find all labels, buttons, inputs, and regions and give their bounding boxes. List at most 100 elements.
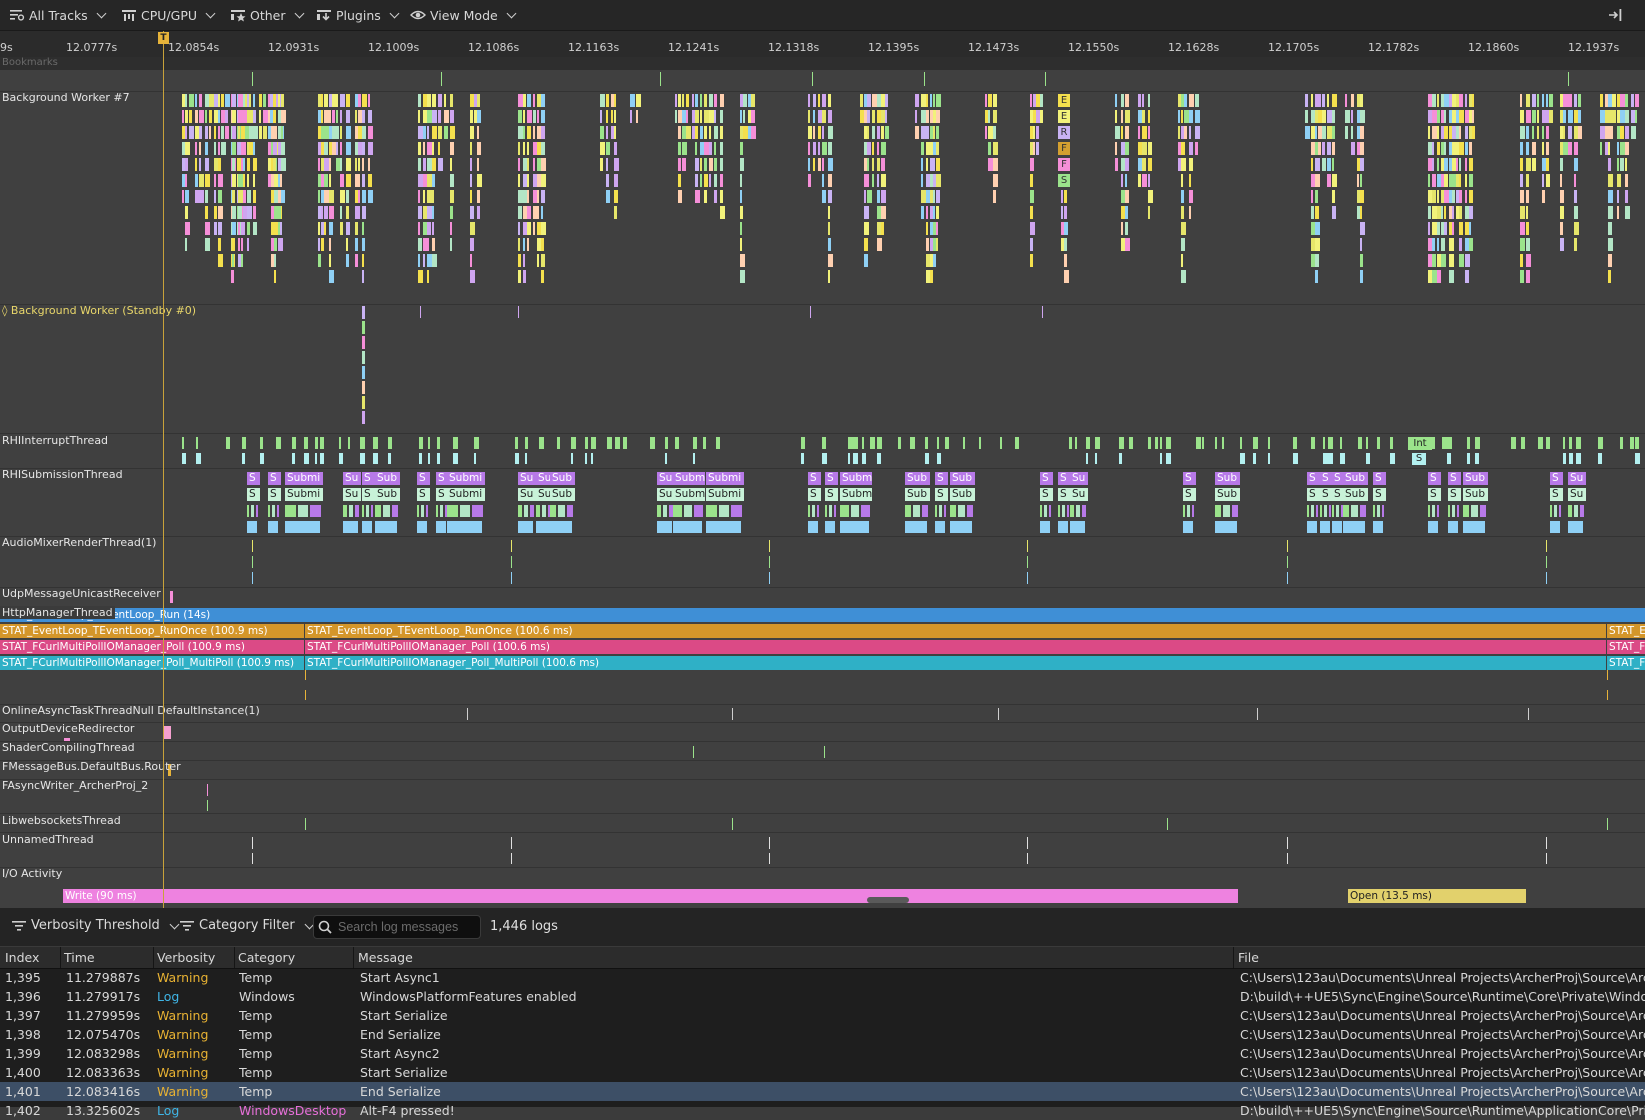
timing-event[interactable] — [1287, 540, 1288, 552]
timing-event[interactable] — [550, 521, 572, 533]
timing-event[interactable] — [207, 800, 208, 811]
timing-event[interactable] — [905, 505, 912, 517]
timing-event[interactable] — [930, 94, 932, 107]
timing-event[interactable] — [1069, 437, 1072, 449]
timing-event[interactable] — [305, 818, 306, 830]
timing-event[interactable] — [740, 238, 742, 251]
timing-event[interactable] — [822, 437, 826, 449]
timing-event[interactable] — [1568, 110, 1573, 123]
timing-event[interactable] — [214, 126, 216, 139]
timing-event[interactable] — [1166, 453, 1171, 464]
timing-event[interactable] — [329, 254, 331, 267]
all-tracks-menu[interactable]: All Tracks — [9, 6, 107, 24]
timing-event[interactable] — [935, 505, 938, 517]
column-header-verbosity[interactable]: Verbosity — [157, 950, 215, 965]
timing-event[interactable] — [606, 190, 610, 203]
timing-event[interactable] — [450, 158, 452, 171]
timing-event[interactable] — [252, 837, 253, 849]
timing-event[interactable] — [418, 222, 420, 235]
timing-event[interactable] — [1465, 94, 1467, 107]
timing-event[interactable] — [253, 142, 255, 155]
rhi-submission-event[interactable]: S — [1448, 488, 1461, 501]
timing-event[interactable] — [477, 94, 480, 107]
timing-event[interactable] — [453, 453, 458, 464]
timing-event[interactable] — [1160, 437, 1162, 449]
timing-event[interactable] — [474, 453, 476, 464]
timing-event[interactable] — [320, 453, 324, 464]
timing-event[interactable] — [950, 505, 957, 517]
timing-event[interactable] — [1075, 437, 1077, 449]
timing-event[interactable] — [427, 270, 429, 283]
timing-event[interactable] — [209, 126, 211, 139]
timing-event[interactable] — [1546, 837, 1547, 849]
timing-event[interactable] — [1574, 142, 1578, 155]
timing-event[interactable] — [988, 94, 992, 107]
timing-event[interactable] — [1607, 818, 1608, 830]
timing-event[interactable] — [362, 238, 365, 251]
timing-event[interactable] — [1459, 238, 1462, 251]
timing-event[interactable] — [185, 174, 187, 187]
timing-event[interactable] — [1036, 142, 1039, 155]
timing-event[interactable] — [1441, 238, 1445, 251]
timing-event[interactable] — [247, 174, 249, 187]
timing-event[interactable] — [1459, 142, 1464, 155]
timing-event[interactable] — [1625, 126, 1629, 139]
http-event-multipoll[interactable]: STAT_FCurlMultiPollIOManager_Poll_MultiP… — [0, 656, 304, 670]
timing-event[interactable] — [623, 437, 627, 449]
timing-event[interactable] — [243, 206, 247, 219]
timing-event[interactable] — [1287, 556, 1288, 568]
track-label-io-activity[interactable]: I/O Activity — [2, 867, 62, 880]
rhi-submission-event[interactable]: Su — [518, 472, 536, 485]
timing-event[interactable] — [1428, 222, 1430, 235]
timing-event[interactable] — [921, 158, 923, 171]
timing-event[interactable] — [740, 222, 742, 235]
timing-event[interactable] — [1240, 437, 1242, 449]
column-header-time[interactable]: Time — [64, 950, 95, 965]
timing-event[interactable] — [1318, 94, 1321, 107]
timing-event[interactable] — [346, 190, 349, 203]
timing-event[interactable] — [591, 453, 593, 464]
timing-event[interactable] — [281, 94, 284, 107]
timing-event[interactable] — [1030, 206, 1033, 219]
timing-event[interactable] — [218, 94, 220, 107]
timing-event[interactable] — [1608, 254, 1612, 267]
timing-event[interactable] — [232, 206, 236, 219]
timing-event[interactable] — [1044, 505, 1047, 517]
timing-event[interactable] — [936, 190, 940, 203]
timing-event[interactable] — [1471, 505, 1478, 517]
timing-event[interactable] — [1574, 505, 1578, 517]
rhi-submission-event[interactable]: Submi — [447, 488, 485, 501]
timing-event[interactable] — [205, 174, 210, 187]
timing-event[interactable] — [720, 126, 723, 139]
rhi-submission-event[interactable]: S — [362, 472, 375, 485]
timing-event[interactable] — [1315, 158, 1320, 171]
timing-event[interactable] — [1448, 505, 1451, 517]
timing-event[interactable] — [1598, 437, 1603, 449]
timing-event[interactable] — [686, 126, 691, 139]
timing-event[interactable] — [1452, 206, 1454, 219]
timing-event[interactable] — [362, 126, 366, 139]
timing-event[interactable] — [606, 142, 610, 155]
timing-event[interactable] — [533, 110, 536, 123]
timing-event[interactable] — [247, 158, 250, 171]
timing-event[interactable] — [709, 174, 711, 187]
timing-event[interactable] — [252, 853, 253, 864]
timing-event[interactable] — [1178, 110, 1180, 123]
timing-event[interactable] — [611, 110, 613, 123]
timing-event[interactable] — [1574, 206, 1578, 219]
timing-event[interactable] — [1064, 238, 1067, 251]
timing-event[interactable] — [242, 453, 245, 464]
timing-event[interactable] — [872, 142, 874, 155]
timing-event[interactable] — [360, 453, 365, 464]
timing-event[interactable] — [253, 110, 256, 123]
timing-event[interactable] — [714, 126, 718, 139]
timing-event[interactable] — [1465, 270, 1469, 283]
timing-event[interactable] — [515, 453, 519, 464]
timing-event[interactable] — [225, 110, 228, 123]
timing-event[interactable] — [1526, 142, 1529, 155]
timing-event[interactable] — [1257, 708, 1258, 720]
timing-event[interactable] — [1000, 437, 1002, 449]
rhi-submission-event[interactable]: S — [417, 472, 430, 485]
timing-event[interactable] — [432, 94, 436, 107]
timing-event[interactable] — [470, 270, 475, 283]
